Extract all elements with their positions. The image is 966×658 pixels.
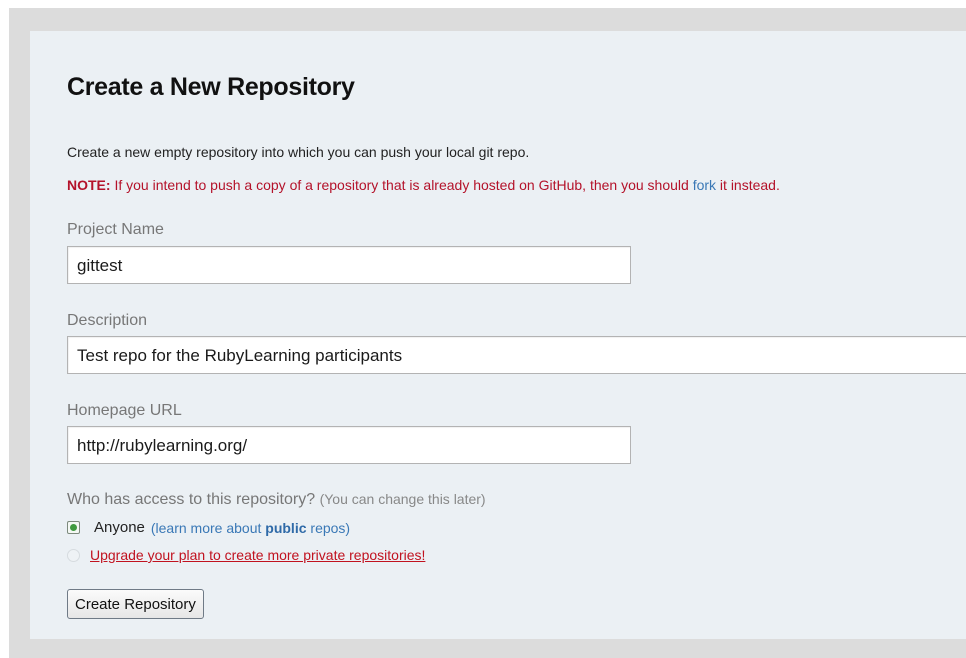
homepage-label: Homepage URL	[67, 402, 182, 419]
access-question: Who has access to this repository? (You …	[67, 491, 486, 509]
intro-text: Create a new empty repository into which…	[67, 144, 530, 160]
learn-more-prefix: (learn more about	[150, 519, 266, 536]
note-tail: it instead.	[716, 177, 780, 193]
description-input[interactable]: Test repo for the RubyLearning participa…	[67, 336, 966, 374]
learn-more-link[interactable]: (learn more about public repos)	[151, 520, 350, 536]
note-text: NOTE: If you intend to push a copy of a …	[67, 177, 780, 193]
learn-more-suffix: repos)	[306, 519, 351, 536]
access-anyone-option[interactable]: Anyone (learn more about public repos)	[67, 519, 350, 536]
access-private-option: Upgrade your plan to create more private…	[67, 547, 425, 563]
fork-link[interactable]: fork	[693, 177, 716, 193]
description-label: Description	[67, 312, 148, 329]
note-prefix: NOTE:	[67, 177, 111, 193]
access-question-text: Who has access to this repository?	[67, 491, 316, 508]
create-repository-button[interactable]: Create Repository	[67, 589, 204, 619]
create-repo-panel: Create a New Repository Create a new emp…	[30, 31, 966, 639]
note-body: If you intend to push a copy of a reposi…	[110, 177, 693, 193]
anyone-label: Anyone	[94, 519, 145, 536]
homepage-input[interactable]: http://rubylearning.org/	[67, 426, 631, 464]
private-radio	[67, 548, 80, 562]
page-title: Create a New Repository	[67, 73, 355, 101]
anyone-radio[interactable]	[67, 521, 80, 534]
project-name-label: Project Name	[67, 221, 164, 238]
upgrade-plan-link[interactable]: Upgrade your plan to create more private…	[90, 547, 425, 563]
project-name-input[interactable]: gittest	[67, 246, 631, 284]
access-hint: (You can change this later)	[319, 491, 486, 507]
learn-more-bold: public	[265, 519, 307, 536]
